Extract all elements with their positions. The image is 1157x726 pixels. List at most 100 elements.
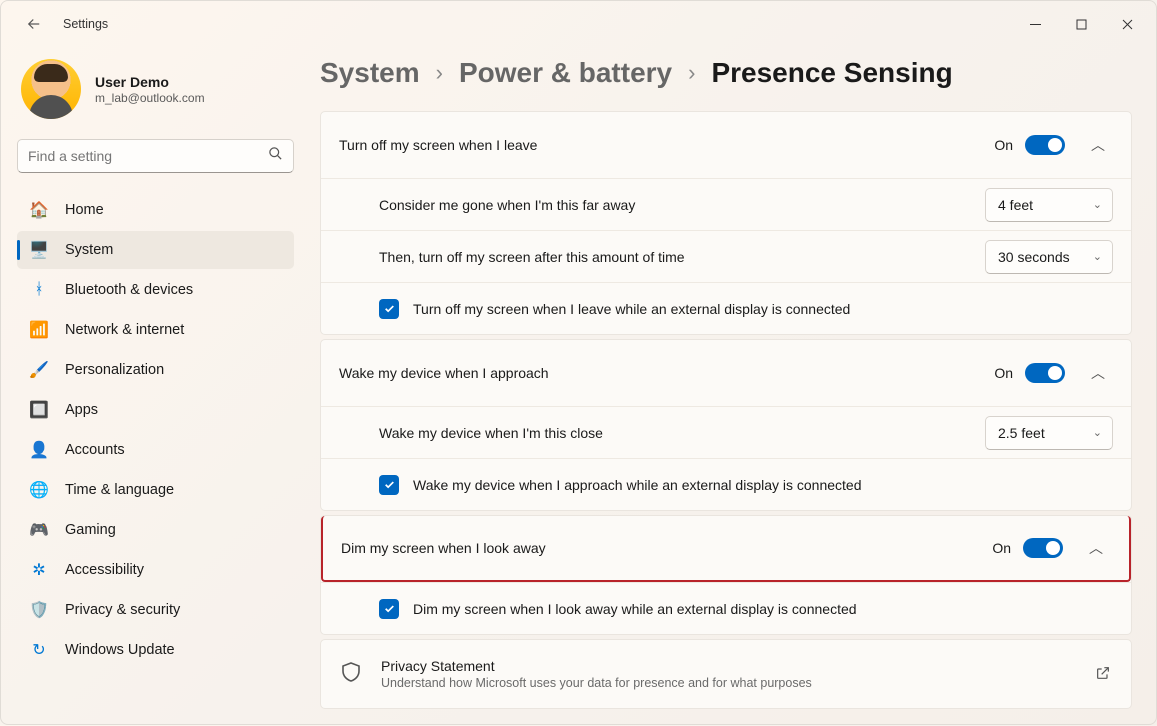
leave-distance-select[interactable]: 4 feet ⌄ <box>985 188 1113 222</box>
wake-checkbox-row[interactable]: Wake my device when I approach while an … <box>321 458 1131 510</box>
search-icon <box>268 146 283 166</box>
sidebar: User Demo m_lab@outlook.com 🏠Home 🖥️ Syst… <box>1 47 306 726</box>
select-value: 4 feet <box>998 197 1033 213</box>
leave-checkbox-label: Turn off my screen when I leave while an… <box>413 301 850 317</box>
dim-title: Dim my screen when I look away <box>341 540 546 556</box>
section-privacy[interactable]: Privacy Statement Understand how Microso… <box>320 639 1132 709</box>
leave-distance-row: Consider me gone when I'm this far away … <box>321 178 1131 230</box>
dim-checkbox-label: Dim my screen when I look away while an … <box>413 601 857 617</box>
privacy-desc: Understand how Microsoft uses your data … <box>381 676 812 690</box>
external-link-icon <box>1095 665 1113 683</box>
section-dim: Dim my screen when I look away On ︿ Dim … <box>320 515 1132 635</box>
nav-list: 🏠Home 🖥️ System ᚼBluetooth & devices 📶 Net… <box>17 191 294 669</box>
nav-label: Bluetooth & devices <box>65 282 193 298</box>
wake-checkbox[interactable] <box>379 475 399 495</box>
nav-label: Gaming <box>65 522 116 538</box>
system-icon: 🖥️ <box>29 240 49 260</box>
back-button[interactable] <box>19 9 49 39</box>
nav-label: Accounts <box>65 442 125 458</box>
user-profile[interactable]: User Demo m_lab@outlook.com <box>17 57 294 139</box>
nav-bluetooth[interactable]: ᚼBluetooth & devices <box>17 271 294 309</box>
nav-gaming[interactable]: 🎮 Gaming <box>17 511 294 549</box>
nav-personalization[interactable]: 🖌️ Personalization <box>17 351 294 389</box>
close-button[interactable] <box>1104 9 1150 39</box>
brush-icon: 🖌️ <box>29 360 49 380</box>
section-leave: Turn off my screen when I leave On ︿ Con… <box>320 111 1132 335</box>
nav-label: System <box>65 242 113 258</box>
nav-time[interactable]: 🌐Time & language <box>17 471 294 509</box>
leave-time-label: Then, turn off my screen after this amou… <box>379 249 685 265</box>
nav-label: Apps <box>65 402 98 418</box>
window-title: Settings <box>63 17 108 31</box>
wifi-icon: 📶 <box>29 320 49 340</box>
leave-time-row: Then, turn off my screen after this amou… <box>321 230 1131 282</box>
breadcrumb: System › Power & battery › Presence Sens… <box>320 57 1132 89</box>
shield-outline-icon <box>339 660 367 688</box>
nav-update[interactable]: ↻ Windows Update <box>17 631 294 669</box>
minimize-button[interactable] <box>1012 9 1058 39</box>
dim-toggle[interactable] <box>1023 538 1063 558</box>
wake-toggle[interactable] <box>1025 363 1065 383</box>
nav-network[interactable]: 📶 Network & internet <box>17 311 294 349</box>
apps-icon: 🔲 <box>29 400 49 420</box>
search-input[interactable] <box>28 148 268 164</box>
chevron-up-icon[interactable]: ︿ <box>1083 130 1113 160</box>
select-value: 30 seconds <box>998 249 1070 265</box>
chevron-up-icon[interactable]: ︿ <box>1081 533 1111 563</box>
nav-label: Network & internet <box>65 322 184 338</box>
wake-distance-row: Wake my device when I'm this close 2.5 f… <box>321 406 1131 458</box>
dim-checkbox-row[interactable]: Dim my screen when I look away while an … <box>321 582 1131 634</box>
wake-title: Wake my device when I approach <box>339 365 549 381</box>
nav-accessibility[interactable]: ✲ Accessibility <box>17 551 294 589</box>
window-controls <box>1012 9 1150 39</box>
leave-toggle[interactable] <box>1025 135 1065 155</box>
nav-home[interactable]: 🏠Home <box>17 191 294 229</box>
chevron-down-icon: ⌄ <box>1093 426 1102 439</box>
person-icon: 👤 <box>29 440 49 460</box>
section-wake: Wake my device when I approach On ︿ Wake… <box>320 339 1132 511</box>
search-input-wrap[interactable] <box>17 139 294 173</box>
dim-checkbox[interactable] <box>379 599 399 619</box>
chevron-right-icon: › <box>688 60 695 86</box>
chevron-down-icon: ⌄ <box>1093 250 1102 263</box>
chevron-up-icon[interactable]: ︿ <box>1083 358 1113 388</box>
leave-checkbox[interactable] <box>379 299 399 319</box>
wake-header[interactable]: Wake my device when I approach On ︿ <box>321 340 1131 406</box>
dim-header[interactable]: Dim my screen when I look away On ︿ <box>321 516 1131 582</box>
leave-header[interactable]: Turn off my screen when I leave On ︿ <box>321 112 1131 178</box>
breadcrumb-current: Presence Sensing <box>711 57 952 89</box>
dim-state: On <box>992 540 1011 556</box>
user-name: User Demo <box>95 74 205 90</box>
leave-distance-label: Consider me gone when I'm this far away <box>379 197 635 213</box>
gamepad-icon: 🎮 <box>29 520 49 540</box>
leave-time-select[interactable]: 30 seconds ⌄ <box>985 240 1113 274</box>
avatar <box>21 59 81 119</box>
select-value: 2.5 feet <box>998 425 1045 441</box>
wake-checkbox-label: Wake my device when I approach while an … <box>413 477 862 493</box>
wake-state: On <box>994 365 1013 381</box>
user-email: m_lab@outlook.com <box>95 91 205 105</box>
nav-apps[interactable]: 🔲 Apps <box>17 391 294 429</box>
nav-accounts[interactable]: 👤 Accounts <box>17 431 294 469</box>
nav-system[interactable]: 🖥️ System <box>17 231 294 269</box>
breadcrumb-power[interactable]: Power & battery <box>459 57 672 89</box>
privacy-title: Privacy Statement <box>381 658 812 674</box>
leave-state: On <box>994 137 1013 153</box>
leave-title: Turn off my screen when I leave <box>339 137 537 153</box>
nav-label: Privacy & security <box>65 602 180 618</box>
maximize-button[interactable] <box>1058 9 1104 39</box>
nav-label: Windows Update <box>65 642 175 658</box>
nav-label: Accessibility <box>65 562 144 578</box>
accessibility-icon: ✲ <box>29 560 49 580</box>
update-icon: ↻ <box>29 640 49 660</box>
nav-privacy[interactable]: 🛡️Privacy & security <box>17 591 294 629</box>
nav-label: Personalization <box>65 362 164 378</box>
breadcrumb-system[interactable]: System <box>320 57 420 89</box>
privacy-row[interactable]: Privacy Statement Understand how Microso… <box>321 640 1131 708</box>
home-icon: 🏠 <box>29 200 49 220</box>
chevron-right-icon: › <box>436 60 443 86</box>
wake-distance-label: Wake my device when I'm this close <box>379 425 603 441</box>
globe-icon: 🌐 <box>29 480 49 500</box>
leave-checkbox-row[interactable]: Turn off my screen when I leave while an… <box>321 282 1131 334</box>
wake-distance-select[interactable]: 2.5 feet ⌄ <box>985 416 1113 450</box>
